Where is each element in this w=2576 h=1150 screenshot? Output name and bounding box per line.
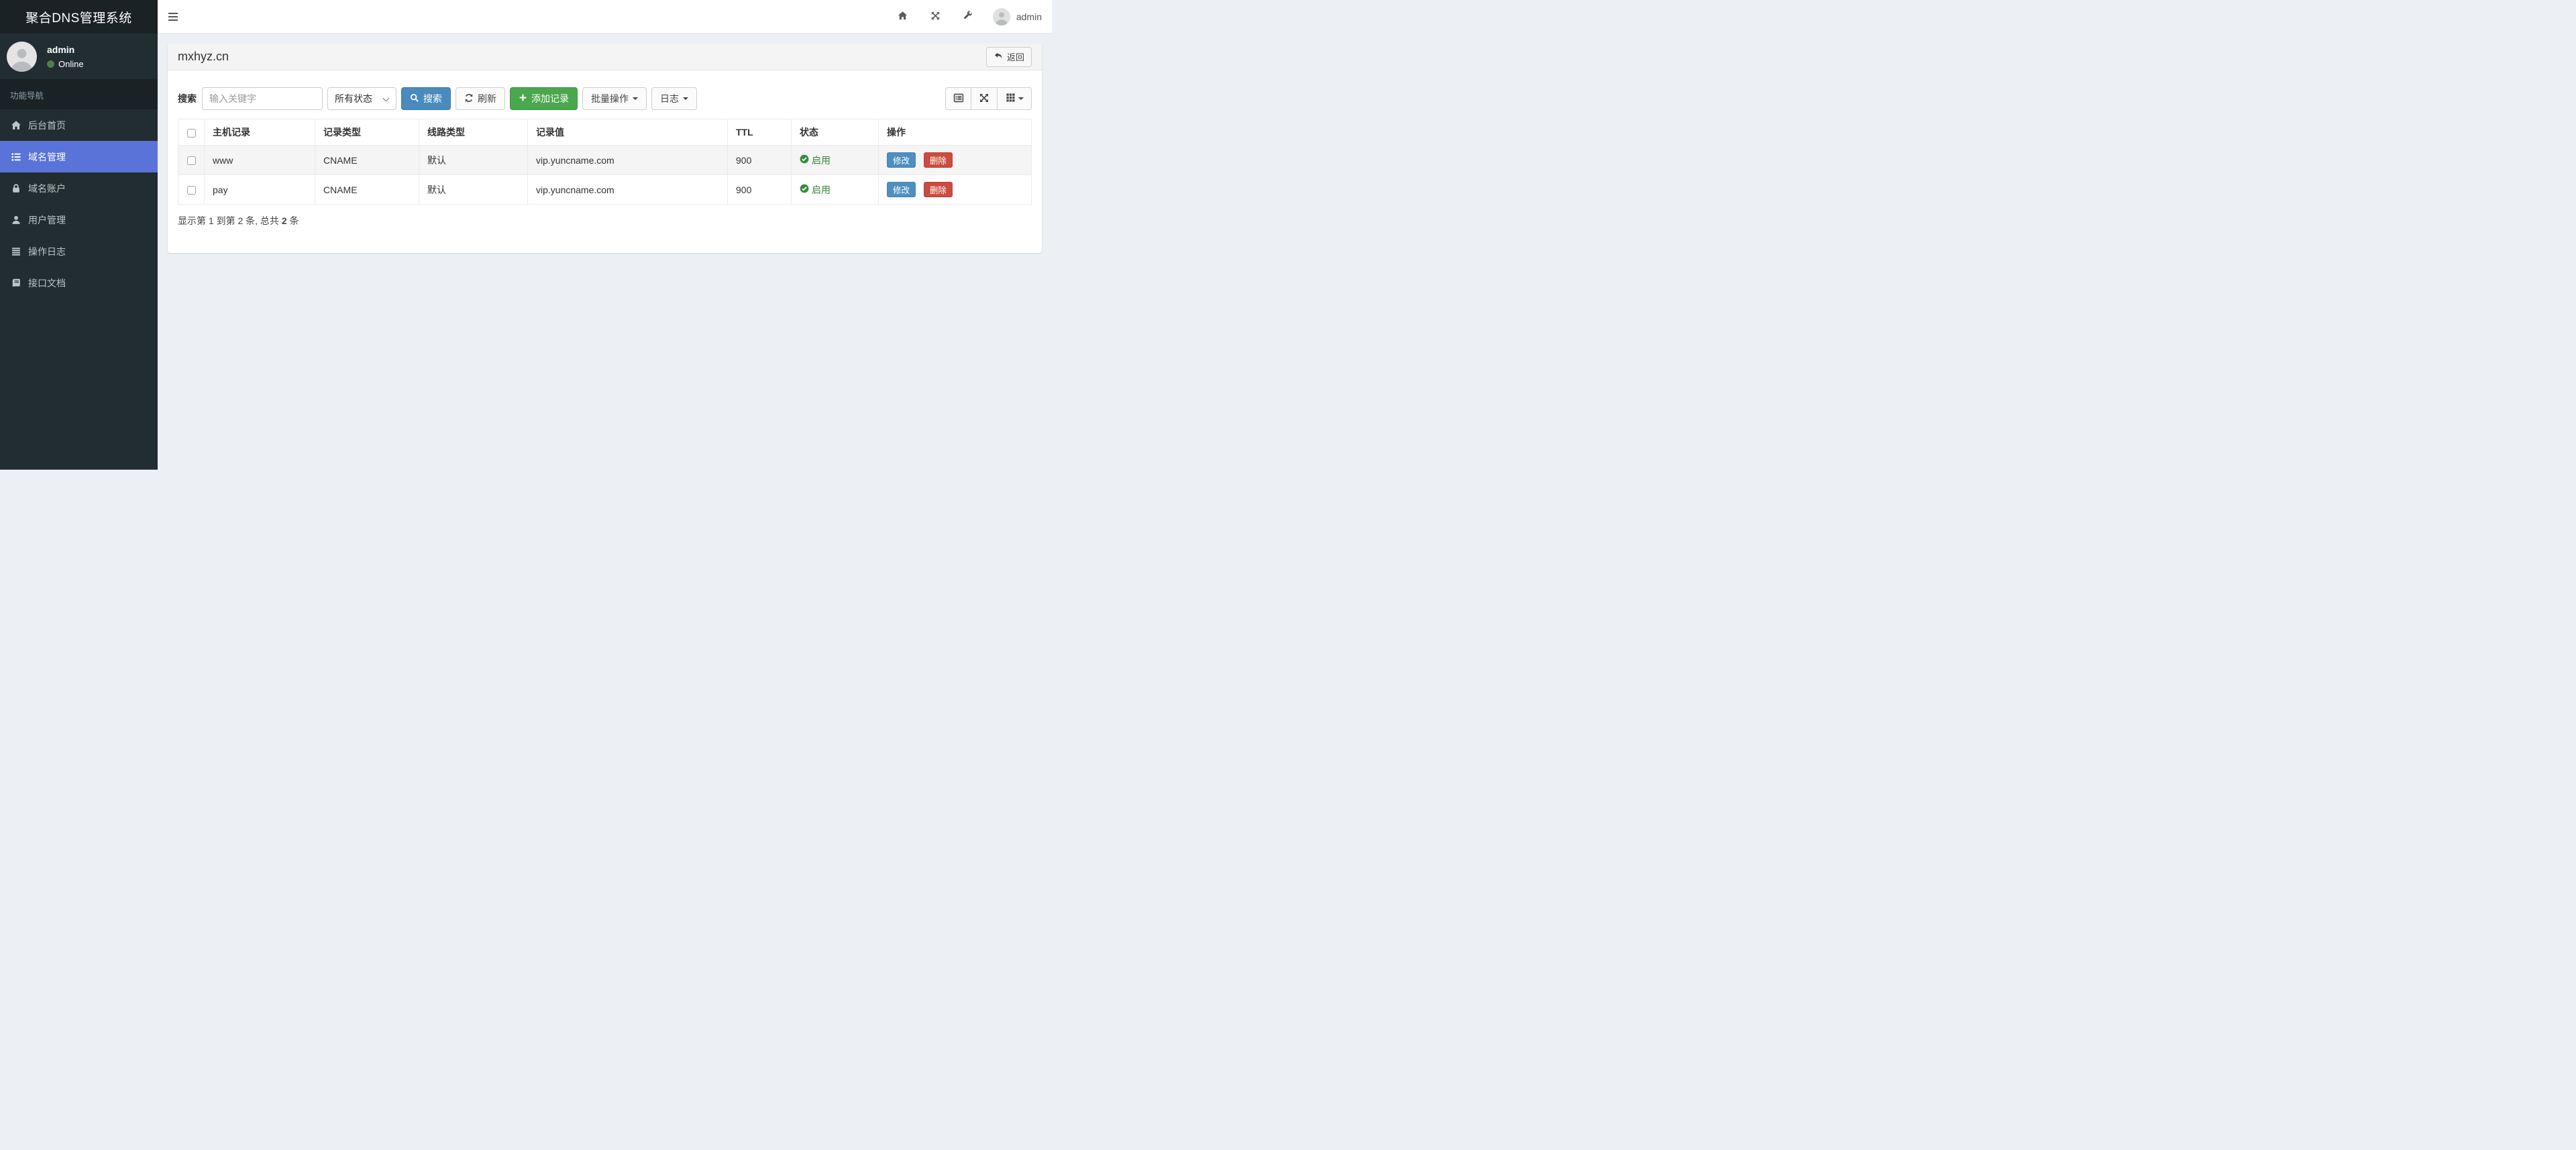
sidebar-toggle-button[interactable]	[158, 0, 189, 34]
main-content: mxhyz.cn 返回 搜索 所有状态	[158, 34, 1052, 470]
status-badge: 启用	[800, 154, 870, 167]
fullscreen-icon	[930, 11, 941, 23]
top-navbar: admin	[158, 0, 1052, 34]
sidebar-item-accounts[interactable]: 域名账户	[0, 172, 158, 204]
wrench-icon	[963, 10, 973, 23]
user-avatar	[7, 41, 37, 72]
app-root: 聚合DNS管理系统 admin Online 功能导航 后台首页 域名管理 域名…	[0, 0, 1052, 470]
sidebar-user-panel: admin Online	[0, 34, 158, 79]
sidebar-username: admin	[47, 44, 75, 55]
columns-button[interactable]	[997, 87, 1032, 110]
col-host: 主机记录	[204, 119, 315, 146]
caret-down-icon	[633, 97, 638, 100]
table-view-controls	[945, 87, 1032, 110]
grid-icon	[1006, 93, 1016, 105]
online-dot-icon	[47, 60, 54, 68]
sidebar-item-logs[interactable]: 操作日志	[0, 236, 158, 267]
col-ttl: TTL	[727, 119, 792, 146]
check-circle-icon	[800, 154, 812, 166]
back-button[interactable]: 返回	[985, 46, 1032, 67]
delete-button[interactable]: 删除	[923, 152, 953, 168]
home-icon	[898, 11, 908, 23]
records-table: 主机记录 记录类型 线路类型 记录值 TTL 状态 操作 www CNAME 默…	[178, 119, 1032, 205]
sidebar-item-api-docs[interactable]: 接口文档	[0, 267, 158, 299]
nav-home-button[interactable]	[886, 0, 919, 34]
col-status: 状态	[791, 119, 879, 146]
user-icon	[10, 215, 22, 225]
app-title: 聚合DNS管理系统	[0, 0, 158, 34]
caret-down-icon	[683, 97, 688, 100]
nav-user-menu[interactable]: admin	[985, 0, 1052, 34]
card-view-icon	[953, 93, 964, 105]
fullscreen-icon	[979, 93, 989, 105]
sidebar-section-label: 功能导航	[0, 79, 158, 109]
user-avatar	[992, 7, 1010, 25]
sidebar-item-domains[interactable]: 域名管理	[0, 141, 158, 172]
select-all-checkbox[interactable]	[186, 128, 196, 138]
keyword-input[interactable]	[202, 87, 323, 110]
col-actions: 操作	[878, 119, 1032, 146]
search-label: 搜索	[178, 93, 197, 104]
toggle-view-button[interactable]	[945, 87, 971, 110]
home-icon	[10, 120, 22, 131]
sidebar: 聚合DNS管理系统 admin Online 功能导航 后台首页 域名管理 域名…	[0, 0, 158, 470]
list-icon	[10, 152, 22, 162]
nav-settings-button[interactable]	[952, 0, 985, 34]
caret-down-icon	[1018, 97, 1024, 100]
search-icon	[410, 93, 423, 105]
col-line: 线路类型	[419, 119, 528, 146]
nav-username: admin	[1016, 11, 1042, 22]
add-record-button[interactable]: 添加记录	[510, 87, 578, 110]
table-fullscreen-button[interactable]	[971, 87, 998, 110]
plus-icon	[519, 93, 531, 104]
row-checkbox[interactable]	[186, 156, 196, 166]
edit-button[interactable]: 修改	[887, 152, 916, 168]
online-status: Online	[58, 58, 84, 69]
chevron-down-icon	[382, 95, 390, 102]
search-button[interactable]: 搜索	[401, 87, 451, 110]
check-circle-icon	[800, 184, 812, 195]
table-row: pay CNAME 默认 vip.yuncname.com 900 启用 修改 …	[178, 174, 1032, 205]
sidebar-menu: 后台首页 域名管理 域名账户 用户管理 操作日志 接口文档	[0, 109, 158, 299]
page-title: mxhyz.cn	[178, 50, 229, 63]
table-row: www CNAME 默认 vip.yuncname.com 900 启用 修改 …	[178, 145, 1032, 175]
sidebar-item-users[interactable]: 用户管理	[0, 204, 158, 236]
edit-button[interactable]: 修改	[887, 182, 916, 197]
status-badge: 启用	[800, 183, 870, 197]
domain-records-panel: mxhyz.cn 返回 搜索 所有状态	[168, 44, 1042, 253]
delete-button[interactable]: 删除	[923, 182, 953, 197]
pagination-summary: 显示第 1 到第 2 条, 总共 2 条	[178, 215, 299, 226]
reply-icon	[994, 51, 1007, 62]
log-dropdown-button[interactable]: 日志	[651, 87, 697, 110]
col-value: 记录值	[527, 119, 728, 146]
status-filter-select[interactable]: 所有状态	[327, 87, 396, 110]
col-type: 记录类型	[315, 119, 419, 146]
row-checkbox[interactable]	[186, 186, 196, 195]
nav-fullscreen-button[interactable]	[919, 0, 952, 34]
table-header-row: 主机记录 记录类型 线路类型 记录值 TTL 状态 操作	[178, 119, 1032, 146]
batch-actions-button[interactable]: 批量操作	[582, 87, 647, 110]
log-icon	[10, 246, 22, 257]
refresh-icon	[464, 93, 478, 105]
book-icon	[10, 278, 22, 289]
table-toolbar: 搜索 所有状态 搜索	[178, 87, 1032, 110]
sidebar-item-dashboard[interactable]: 后台首页	[0, 109, 158, 141]
refresh-button[interactable]: 刷新	[455, 87, 505, 110]
lock-icon	[10, 183, 22, 194]
